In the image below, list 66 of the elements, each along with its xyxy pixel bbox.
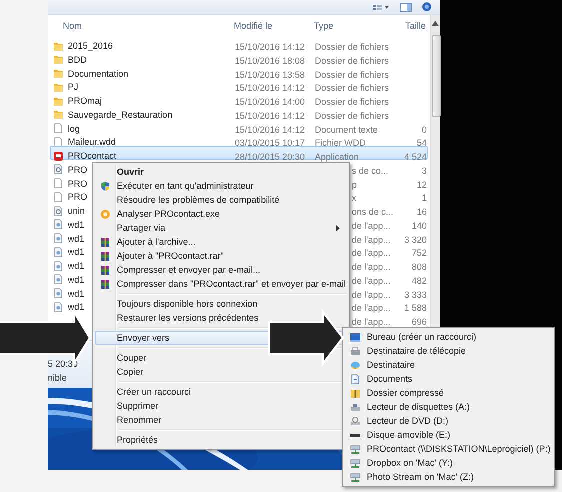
file-name: PRO [68, 178, 88, 188]
file-name: wd1 [68, 261, 85, 271]
type-cell: de l'app... [352, 276, 391, 286]
type-cell: de l'app... [352, 303, 391, 314]
date-cell: 15/10/2016 14:00 [235, 97, 306, 107]
date-cell: 15/10/2016 14:12 [235, 42, 306, 52]
size-cell: 752 [412, 248, 427, 258]
file-name: Documentation [68, 68, 129, 78]
type-cell: de l'app... [352, 290, 391, 300]
type-cell: Dossier de fichiers [315, 97, 390, 107]
type-cell: Fichier WDD [315, 138, 366, 148]
size-cell: 140 [412, 220, 427, 231]
size-cell: 3 [422, 166, 427, 176]
date-cell: 15/10/2016 14:12 [235, 124, 306, 134]
date-cell: 03/10/2015 10:17 [235, 138, 306, 148]
type-cell: Application [315, 152, 360, 162]
type-cell: de l'app... [352, 262, 391, 272]
type-cell: Dossier de fichiers [315, 56, 390, 66]
size-cell: 3 333 [404, 290, 427, 300]
file-name: unin [68, 206, 86, 216]
size-cell: 1 588 [404, 303, 427, 314]
file-name: wd1 [68, 234, 85, 244]
file-name: Maileur.wdd [68, 137, 116, 148]
file-name: PROcontact [68, 151, 117, 161]
type-cell: de l'app... [352, 234, 391, 244]
file-name: PRO [68, 164, 88, 175]
size-cell: 54 [416, 138, 427, 148]
size-cell: 808 [412, 262, 427, 272]
details-text: nible [48, 372, 68, 385]
type-cell: Dossier de fichiers [315, 70, 390, 80]
file-name: PROmaj [68, 96, 102, 106]
type-cell: s de co... [352, 166, 389, 176]
type-cell: Dossier de fichiers [315, 83, 390, 94]
file-name: PJ [68, 82, 79, 92]
type-cell: de l'app... [352, 248, 391, 258]
size-cell: 12 [416, 180, 427, 190]
size-cell: 0 [422, 124, 427, 134]
size-cell: 4 524 [404, 152, 427, 162]
file-name: wd1 [68, 220, 85, 230]
date-cell: 15/10/2016 13:58 [235, 70, 306, 80]
type-cell: Document texte [315, 124, 378, 134]
file-name: wd1 [68, 274, 85, 285]
file-name: PRO [68, 192, 88, 202]
file-name: BDD [68, 54, 88, 65]
date-cell: 28/10/2015 20:30 [235, 152, 306, 162]
date-cell: 15/10/2016 14:12 [235, 110, 306, 121]
file-name: wd1 [68, 302, 85, 312]
type-cell: Dossier de fichiers [315, 110, 390, 121]
file-name: log [68, 124, 80, 134]
date-cell: 15/10/2016 18:08 [235, 56, 306, 66]
date-cell: 15/10/2016 14:12 [235, 83, 306, 94]
size-cell: 696 [412, 317, 427, 327]
type-cell: ons de c... [352, 207, 394, 217]
type-cell: Dossier de fichiers [315, 42, 390, 52]
file-name: wd1 [68, 247, 85, 258]
size-cell: 3 320 [404, 234, 427, 244]
size-cell: 16 [416, 207, 427, 217]
file-name: Sauvegarde_Restauration [68, 110, 173, 120]
file-name: 2015_2016 [68, 41, 114, 51]
size-cell: 1 [422, 193, 427, 204]
type-cell: de l'app... [352, 317, 391, 327]
size-cell: 482 [412, 276, 427, 286]
file-name: wd1 [68, 288, 85, 298]
type-cell: p [352, 180, 358, 190]
type-cell: de l'app... [352, 220, 391, 231]
type-cell: x [352, 193, 356, 204]
